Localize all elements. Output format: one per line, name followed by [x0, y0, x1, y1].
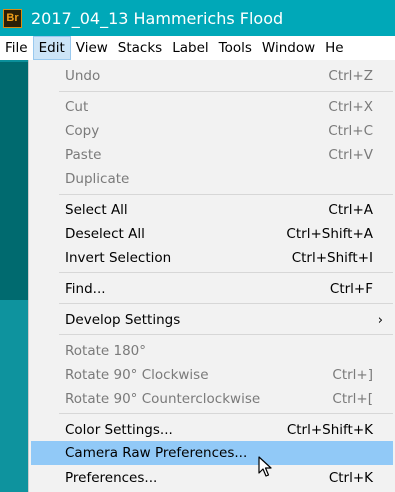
menu-item-deselect-all[interactable]: Deselect All Ctrl+Shift+A — [31, 222, 393, 246]
menu-bar: File Edit View Stacks Label Tools Window… — [0, 36, 395, 60]
menu-item-shortcut: Ctrl+Shift+I — [291, 250, 373, 266]
bridge-app-icon: Br — [3, 8, 22, 28]
menu-item-rotate-cw[interactable]: Rotate 90° Clockwise Ctrl+] — [31, 363, 393, 387]
menu-item-label: Color Settings... — [65, 422, 173, 438]
menu-view[interactable]: View — [71, 36, 113, 60]
menu-item-label: Invert Selection — [65, 250, 172, 266]
menu-item-undo[interactable]: Undo Ctrl+Z — [31, 64, 393, 88]
menu-separator — [59, 91, 393, 92]
menu-item-label: Undo — [65, 68, 101, 84]
menu-item-copy[interactable]: Copy Ctrl+C — [31, 119, 393, 143]
menu-help[interactable]: He — [320, 36, 348, 60]
menu-separator — [59, 334, 393, 335]
menu-item-label: Rotate 90° Counterclockwise — [65, 391, 261, 407]
menu-item-find[interactable]: Find... Ctrl+F — [31, 277, 393, 301]
menu-window[interactable]: Window — [257, 36, 320, 60]
menu-item-develop-settings[interactable]: Develop Settings › — [31, 308, 393, 332]
background-panel — [0, 62, 28, 300]
submenu-arrow-icon: › — [377, 312, 383, 328]
menu-item-label: Find... — [65, 281, 106, 297]
menu-item-shortcut: Ctrl+V — [328, 147, 373, 163]
menu-file[interactable]: File — [0, 36, 33, 60]
menu-item-label: Rotate 180° — [65, 343, 147, 359]
menu-item-paste[interactable]: Paste Ctrl+V — [31, 143, 393, 167]
menu-item-label: Duplicate — [65, 171, 130, 187]
menu-item-rotate-ccw[interactable]: Rotate 90° Counterclockwise Ctrl+[ — [31, 387, 393, 411]
menu-separator — [59, 303, 393, 304]
menu-item-preferences[interactable]: Preferences... Ctrl+K — [31, 466, 393, 490]
window-title: 2017_04_13 Hammerichs Flood — [31, 8, 284, 28]
menu-item-label: Deselect All — [65, 226, 145, 242]
mouse-pointer-icon — [258, 456, 272, 477]
menu-item-label: Select All — [65, 202, 128, 218]
menu-separator — [59, 194, 393, 195]
edit-menu-dropdown: Undo Ctrl+Z Cut Ctrl+X Copy Ctrl+C Paste… — [28, 60, 395, 492]
menu-item-color-settings[interactable]: Color Settings... Ctrl+Shift+K — [31, 418, 393, 442]
menu-item-cut[interactable]: Cut Ctrl+X — [31, 95, 393, 119]
menu-item-label: Cut — [65, 99, 89, 115]
menu-item-camera-raw-preferences[interactable]: Camera Raw Preferences... — [31, 441, 393, 465]
menu-item-label: Camera Raw Preferences... — [65, 445, 248, 461]
menu-item-select-all[interactable]: Select All Ctrl+A — [31, 198, 393, 222]
menu-separator — [59, 413, 393, 414]
menu-item-label: Preferences... — [65, 470, 158, 486]
menu-separator — [59, 272, 393, 273]
menu-item-shortcut: Ctrl+K — [328, 470, 373, 486]
menu-item-shortcut: Ctrl+[ — [332, 391, 373, 407]
menu-item-label: Paste — [65, 147, 102, 163]
background-panel-lower — [0, 300, 28, 492]
menu-tools[interactable]: Tools — [214, 36, 257, 60]
menu-item-label: Copy — [65, 123, 100, 139]
menu-item-shortcut: Ctrl+A — [328, 202, 373, 218]
menu-item-duplicate[interactable]: Duplicate — [31, 167, 393, 191]
menu-stacks[interactable]: Stacks — [113, 36, 167, 60]
menu-item-shortcut: Ctrl+] — [332, 367, 373, 383]
menu-item-shortcut: Ctrl+C — [328, 123, 373, 139]
menu-item-shortcut: Ctrl+X — [328, 99, 373, 115]
menu-item-rotate-180[interactable]: Rotate 180° — [31, 339, 393, 363]
menu-edit[interactable]: Edit — [32, 36, 71, 60]
menu-item-shortcut: Ctrl+F — [329, 281, 373, 297]
menu-item-shortcut: Ctrl+Shift+K — [286, 422, 373, 438]
menu-item-label: Rotate 90° Clockwise — [65, 367, 209, 383]
menu-item-label: Develop Settings — [65, 312, 181, 328]
menu-item-shortcut: Ctrl+Z — [328, 68, 373, 84]
menu-item-invert-selection[interactable]: Invert Selection Ctrl+Shift+I — [31, 246, 393, 270]
menu-label[interactable]: Label — [167, 36, 213, 60]
title-bar: Br 2017_04_13 Hammerichs Flood — [0, 0, 395, 36]
menu-item-shortcut: Ctrl+Shift+A — [286, 226, 373, 242]
